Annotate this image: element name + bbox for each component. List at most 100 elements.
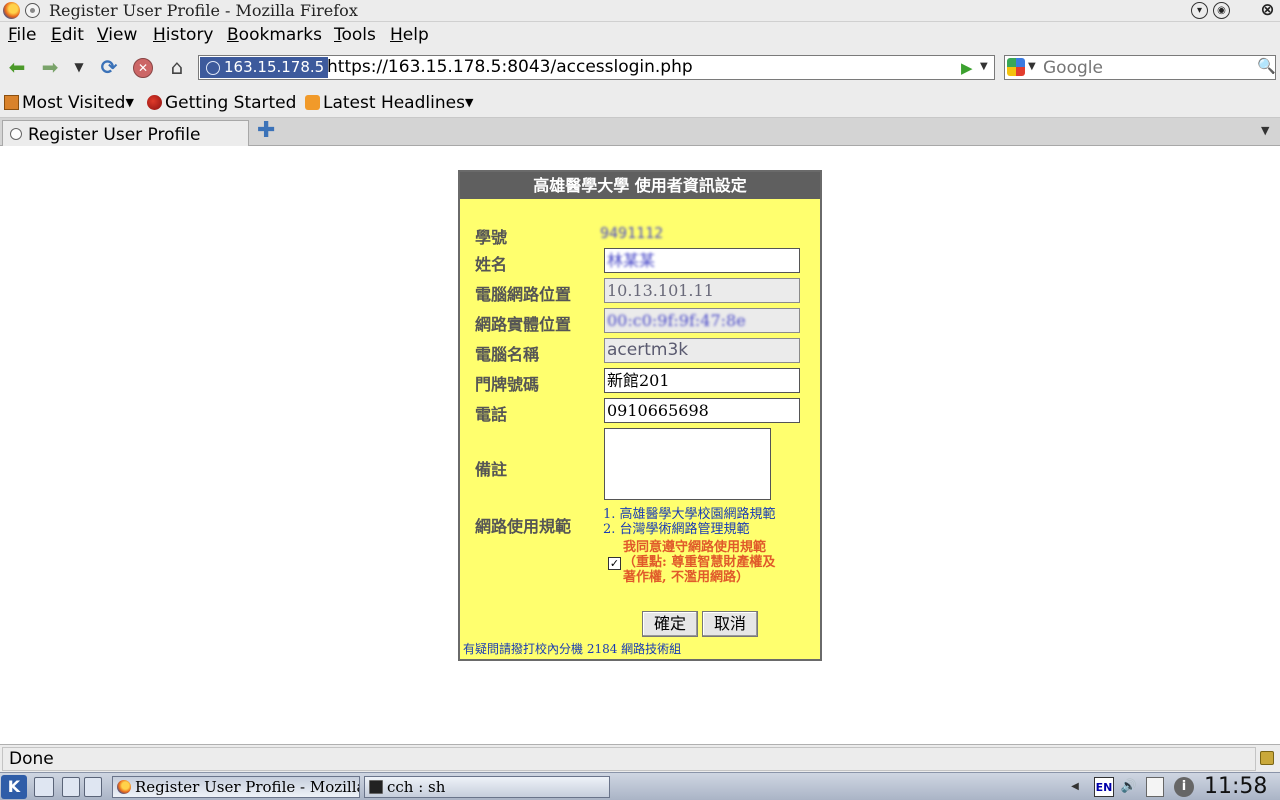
pager-desktop-1-icon[interactable] — [62, 777, 80, 797]
label-name: 姓名 — [475, 255, 508, 274]
lock-icon[interactable] — [1260, 751, 1274, 765]
phone-value: 0910665698 — [607, 401, 709, 420]
ip-field: 10.13.101.11 — [604, 278, 800, 303]
clipboard-icon[interactable] — [1146, 777, 1164, 797]
label-room: 門牌號碼 — [475, 375, 540, 394]
rule-link-campus[interactable]: 1. 高雄醫學大學校園網路規範 — [603, 507, 776, 522]
info-icon[interactable]: i — [1174, 777, 1194, 797]
rss-icon — [305, 95, 320, 110]
agree-line-3: 著作權, 不濫用網路） — [623, 570, 750, 585]
engine-dropdown-icon[interactable]: ▼ — [1028, 61, 1036, 72]
reload-icon[interactable]: ⟳ — [96, 55, 122, 79]
tab-list-icon[interactable]: ▼ — [1261, 124, 1269, 137]
volume-icon[interactable]: 🔊 — [1120, 777, 1138, 797]
back-arrow-icon[interactable]: ⬅ — [4, 55, 30, 79]
room-field[interactable]: 新館201 — [604, 368, 800, 393]
menu-edit[interactable]: Edit — [51, 25, 84, 45]
menu-bar: File Edit View History Bookmarks Tools H… — [0, 22, 1280, 48]
agree-line-1: 我同意遵守網路使用規範 — [623, 540, 767, 555]
form-header: 高雄醫學大學 使用者資訊設定 — [460, 172, 820, 199]
cancel-button[interactable]: 取消 — [702, 611, 758, 637]
menu-view[interactable]: View — [97, 25, 137, 45]
label-mac: 網路實體位置 — [475, 315, 572, 334]
label-ip: 電腦網路位置 — [475, 285, 572, 304]
k-menu-icon[interactable]: K — [1, 775, 27, 799]
menu-file[interactable]: File — [8, 25, 36, 45]
page-icon — [10, 128, 22, 140]
bookmark-latest-headlines[interactable]: Latest Headlines▼ — [305, 93, 473, 113]
bookmark-label: Latest Headlines — [323, 93, 465, 113]
status-text: Done — [2, 747, 1256, 771]
new-tab-icon[interactable]: ✚ — [257, 118, 275, 143]
phone-field[interactable]: 0910665698 — [604, 398, 800, 423]
remark-textarea[interactable] — [604, 428, 771, 500]
url-dropdown-icon[interactable]: ▼ — [980, 61, 988, 72]
status-bar: Done — [0, 744, 1280, 772]
task-label: Register User Profile - Mozilla Firefox — [135, 778, 360, 796]
tab-bar: Register User Profile ✚ ▼ — [0, 118, 1280, 146]
forward-arrow-icon[interactable]: ➡ — [37, 55, 63, 79]
taskbar: K Register User Profile - Mozilla Firefo… — [0, 772, 1280, 800]
label-student-id: 學號 — [475, 228, 508, 247]
menu-tools[interactable]: Tools — [334, 25, 376, 45]
rule-link-tanet[interactable]: 2. 台灣學術網路管理規範 — [603, 522, 776, 537]
bookmarks-toolbar: Most Visited▼ Getting Started Latest Hea… — [0, 86, 1280, 118]
menu-help[interactable]: Help — [390, 25, 429, 45]
bookmark-getting-started[interactable]: Getting Started — [147, 93, 296, 113]
window-menu-icon[interactable] — [25, 3, 40, 18]
window-title: Register User Profile - Mozilla Firefox — [49, 1, 358, 20]
tray-arrow-icon[interactable]: ◀ — [1070, 777, 1080, 797]
name-field[interactable]: 林某某 — [604, 248, 800, 273]
task-label: cch : sh — [387, 778, 446, 796]
magnifier-icon[interactable]: 🔍 — [1257, 57, 1276, 75]
bookmark-most-visited[interactable]: Most Visited▼ — [4, 93, 134, 113]
name-value: 林某某 — [607, 251, 656, 270]
firefox-icon — [3, 2, 20, 19]
tab-label: Register User Profile — [28, 125, 201, 145]
folder-icon — [4, 95, 19, 110]
go-arrow-icon[interactable]: ▶ — [961, 59, 973, 77]
student-id-value: 9491112 — [600, 224, 664, 242]
close-icon[interactable]: ⊗ — [1259, 2, 1276, 19]
computer-name-field: acertm3k — [604, 338, 800, 363]
maximize-icon[interactable]: ◉ — [1213, 2, 1230, 19]
agree-checkbox[interactable]: ✓ — [608, 557, 621, 570]
caret-down-icon: ▼ — [464, 96, 474, 109]
label-phone: 電話 — [475, 405, 508, 424]
minimize-icon[interactable]: ▾ — [1191, 2, 1208, 19]
stop-icon[interactable]: ✕ — [130, 55, 156, 79]
help-line: 有疑問請撥打校內分機 2184 網路技術組 — [463, 642, 682, 656]
agree-line-2: （重點: 尊重智慧財產權及 — [623, 555, 776, 570]
label-rules: 網路使用規範 — [475, 517, 572, 536]
search-input[interactable] — [1043, 57, 1253, 78]
url-bar[interactable]: 163.15.178.5 https://163.15.178.5:8043/a… — [198, 55, 995, 80]
firefox-icon — [117, 780, 131, 794]
menu-history[interactable]: History — [153, 25, 214, 45]
tab-register-user-profile[interactable]: Register User Profile — [2, 120, 249, 146]
bookmark-label: Most Visited — [22, 93, 126, 113]
bookmark-label: Getting Started — [165, 93, 297, 113]
mac-value: 00:c0:9f:9f:47:8e — [607, 311, 746, 330]
search-engine-icon[interactable] — [1007, 58, 1025, 76]
desktop-icon[interactable] — [34, 777, 54, 797]
clock[interactable]: 11:58 — [1204, 774, 1267, 799]
mac-field: 00:c0:9f:9f:47:8e — [604, 308, 800, 333]
window-titlebar: Register User Profile - Mozilla Firefox … — [0, 0, 1280, 22]
firefox-logo-icon — [147, 95, 162, 110]
label-computer-name: 電腦名稱 — [475, 345, 540, 364]
search-bar: ▼ 🔍 — [1004, 55, 1276, 80]
user-info-form: 高雄醫學大學 使用者資訊設定 學號 9491112 姓名 林某某 電腦網路位置 … — [458, 170, 822, 661]
history-dropdown-icon[interactable]: ▼ — [66, 55, 92, 79]
task-terminal[interactable]: cch : sh — [364, 776, 610, 798]
rules-links: 1. 高雄醫學大學校園網路規範 2. 台灣學術網路管理規範 — [603, 507, 776, 537]
url-text[interactable]: https://163.15.178.5:8043/accesslogin.ph… — [327, 57, 693, 78]
menu-bookmarks[interactable]: Bookmarks — [227, 25, 322, 45]
input-language-indicator[interactable]: EN — [1094, 777, 1114, 797]
terminal-icon — [369, 780, 383, 794]
task-firefox[interactable]: Register User Profile - Mozilla Firefox — [112, 776, 360, 798]
label-remark: 備註 — [475, 460, 508, 479]
pager-desktop-2-icon[interactable] — [84, 777, 102, 797]
home-icon[interactable]: ⌂ — [164, 55, 190, 79]
site-identity-button[interactable]: 163.15.178.5 — [200, 57, 329, 78]
confirm-button[interactable]: 確定 — [642, 611, 698, 637]
